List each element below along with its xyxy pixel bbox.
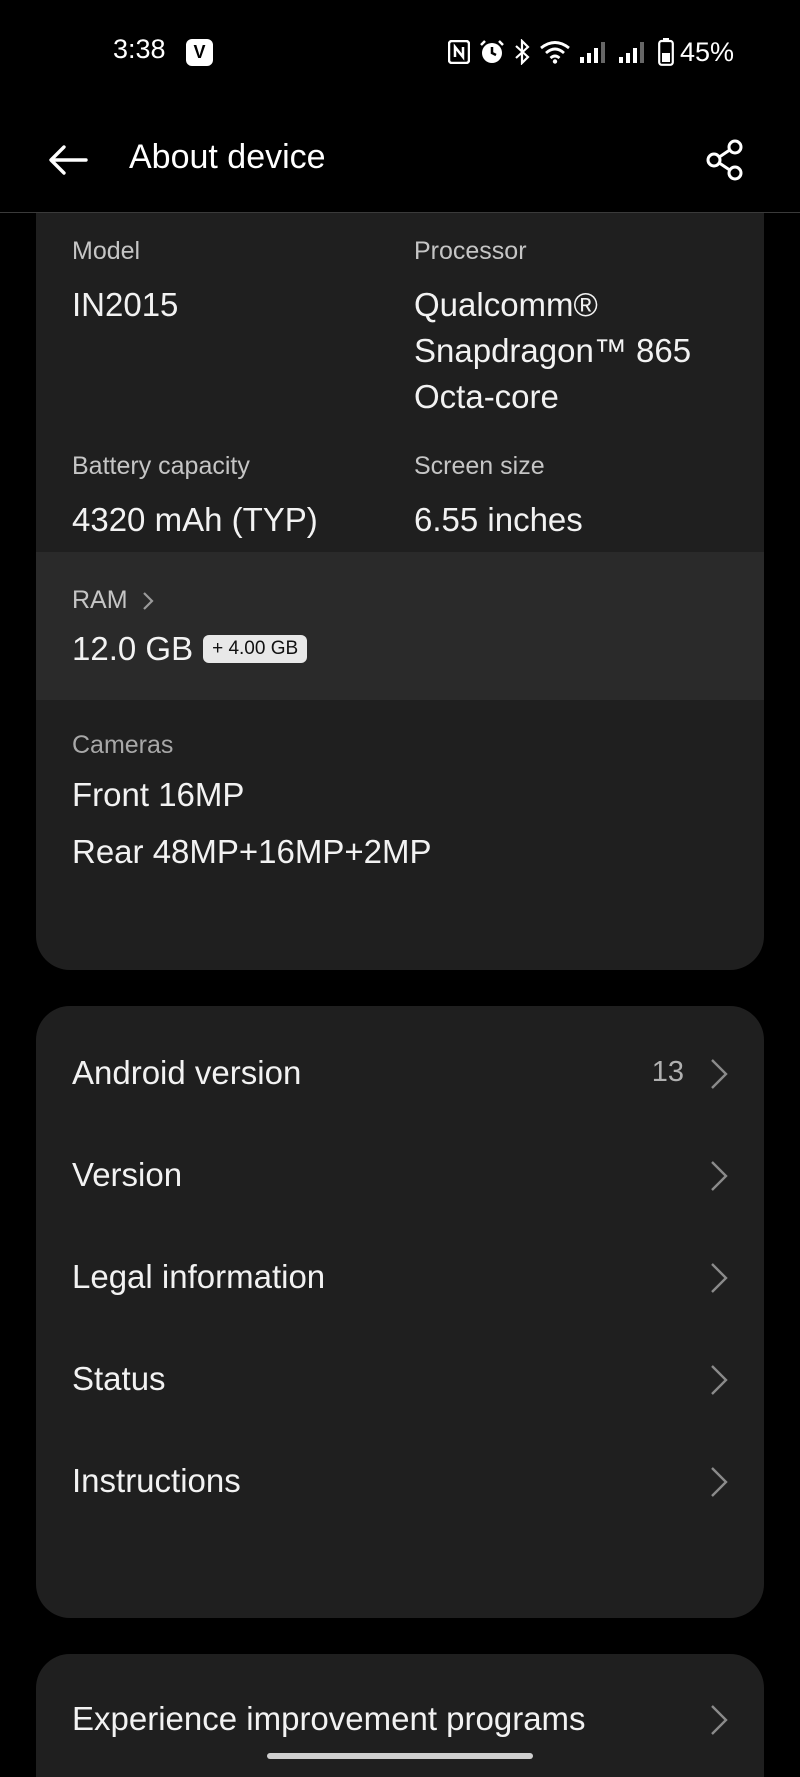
spec-screen-size: Screen size 6.55 inches bbox=[414, 452, 583, 543]
processor-line: Octa-core bbox=[414, 378, 559, 415]
back-arrow-icon bbox=[49, 145, 88, 175]
ram-row[interactable]: RAM 12.0 GB + 4.00 GB bbox=[36, 552, 764, 700]
app-bar: About device bbox=[0, 104, 800, 213]
ram-label-group: RAM bbox=[72, 586, 154, 615]
scroll-content[interactable]: Model IN2015 Processor Qualcomm® Snapdra… bbox=[0, 213, 800, 1777]
ram-label: RAM bbox=[72, 586, 128, 614]
share-icon bbox=[706, 139, 743, 181]
nfc-icon bbox=[447, 40, 470, 64]
battery-percent: 45% bbox=[679, 36, 734, 67]
menu-item-label: Legal information bbox=[72, 1258, 326, 1295]
alarm-icon bbox=[480, 40, 504, 63]
spec-label: Model bbox=[72, 237, 141, 265]
signal-1-icon bbox=[579, 42, 605, 63]
spec-value: IN2015 bbox=[72, 286, 179, 323]
menu-item-instructions[interactable]: Instructions bbox=[36, 1432, 764, 1532]
spec-battery: Battery capacity 4320 mAh (TYP) bbox=[72, 452, 318, 543]
menu-item-label: Android version bbox=[72, 1054, 302, 1091]
menu-item-label: Version bbox=[72, 1156, 183, 1193]
signal-2-icon bbox=[618, 42, 644, 63]
spec-label: Processor bbox=[414, 237, 527, 265]
notification-app-icon: V bbox=[186, 39, 213, 66]
processor-line: Snapdragon™ 865 bbox=[414, 332, 692, 369]
menu-item-label: Status bbox=[72, 1360, 166, 1397]
menu-item-label: Experience improvement programs bbox=[72, 1700, 586, 1737]
spec-value: Qualcomm® Snapdragon™ 865 Octa-core bbox=[414, 282, 691, 420]
menu-item-version[interactable]: Version bbox=[36, 1126, 764, 1226]
menu-item-status[interactable]: Status bbox=[36, 1330, 764, 1430]
battery-icon bbox=[658, 38, 674, 66]
spec-model: Model IN2015 bbox=[72, 237, 178, 328]
back-button[interactable] bbox=[44, 136, 92, 184]
status-icons: 45% bbox=[447, 36, 734, 68]
settings-menu-card: Android version 13 Version Legal informa… bbox=[36, 1006, 764, 1618]
share-button[interactable] bbox=[702, 136, 750, 184]
camera-rear: Rear 48MP+16MP+2MP bbox=[72, 833, 432, 870]
chevron-right-icon bbox=[711, 1059, 728, 1089]
menu-item-label: Instructions bbox=[72, 1462, 241, 1499]
chevron-right-icon bbox=[711, 1365, 728, 1395]
spec-label: Screen size bbox=[414, 452, 545, 480]
chevron-right-icon bbox=[142, 591, 154, 610]
ram-value: 12.0 GB bbox=[72, 630, 194, 667]
processor-line: Qualcomm® bbox=[414, 286, 598, 323]
cameras-label: Cameras bbox=[72, 731, 174, 759]
chevron-right-icon bbox=[711, 1263, 728, 1293]
ram-extension-badge: + 4.00 GB bbox=[203, 635, 308, 663]
ram-value-group: 12.0 GB + 4.00 GB bbox=[72, 630, 308, 668]
specs-card: Model IN2015 Processor Qualcomm® Snapdra… bbox=[36, 213, 764, 970]
home-indicator[interactable] bbox=[267, 1753, 533, 1759]
status-time: 3:38 bbox=[113, 34, 166, 64]
menu-item-value: 13 bbox=[651, 1056, 684, 1088]
menu-item-android-version[interactable]: Android version 13 bbox=[36, 1024, 764, 1124]
chevron-right-icon bbox=[711, 1705, 728, 1735]
status-bar: 3:38 V 45% bbox=[0, 0, 800, 104]
menu-item-legal-information[interactable]: Legal information bbox=[36, 1228, 764, 1328]
wifi-icon bbox=[540, 41, 570, 64]
spec-label: Battery capacity bbox=[72, 452, 250, 480]
bluetooth-icon bbox=[515, 39, 530, 65]
spec-processor: Processor Qualcomm® Snapdragon™ 865 Octa… bbox=[414, 237, 691, 420]
chevron-right-icon bbox=[711, 1161, 728, 1191]
spec-value: 4320 mAh (TYP) bbox=[72, 501, 318, 538]
camera-front: Front 16MP bbox=[72, 776, 245, 813]
spec-value: 6.55 inches bbox=[414, 501, 583, 538]
page-title: About device bbox=[129, 138, 326, 176]
chevron-right-icon bbox=[711, 1467, 728, 1497]
